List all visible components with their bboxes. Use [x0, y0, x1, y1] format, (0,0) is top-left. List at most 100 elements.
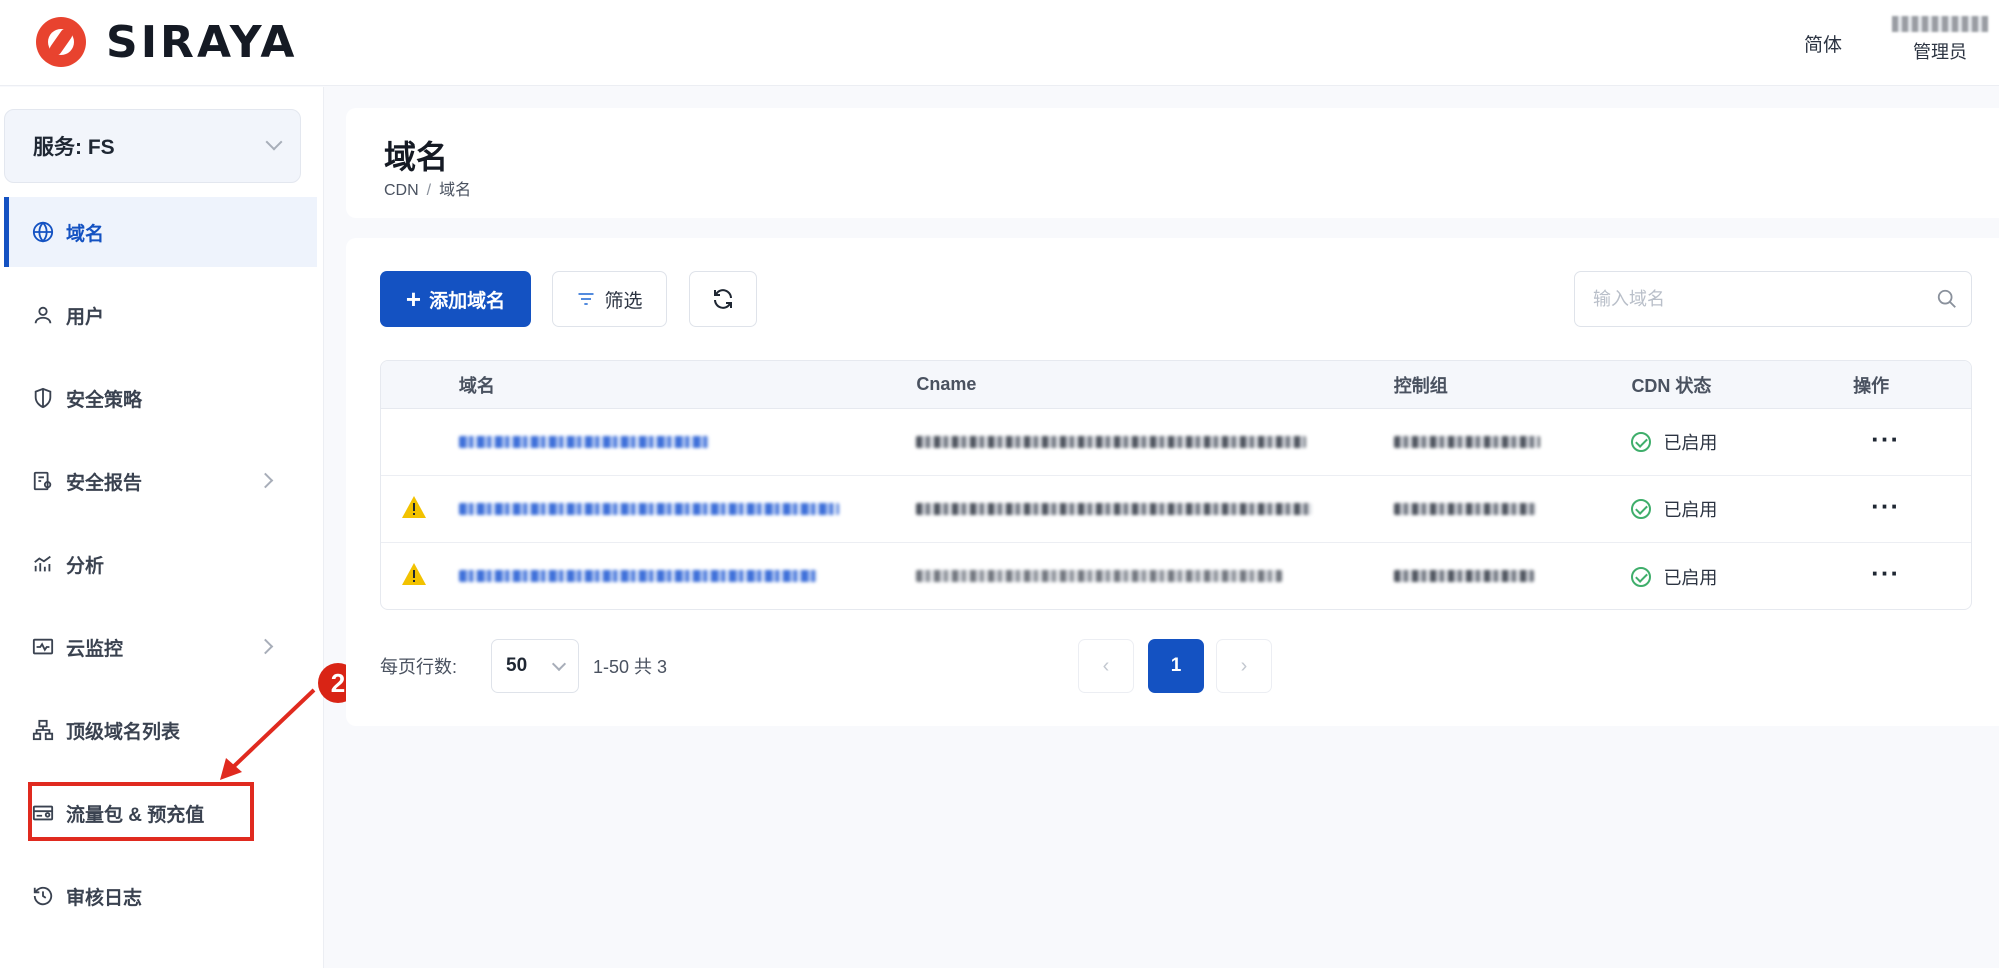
breadcrumb-item-cdn[interactable]: CDN [384, 182, 419, 199]
header-domain[interactable]: 域名 [459, 372, 916, 398]
redacted-group [1393, 570, 1534, 582]
sidebar-item-users[interactable]: 用户 [4, 280, 317, 350]
service-label: 服务: FS [33, 136, 115, 159]
breadcrumb: CDN / 域名 [384, 176, 471, 200]
user-name-redacted [1892, 16, 1988, 32]
table-row[interactable]: 已启用 ··· [381, 409, 1971, 476]
sidebar-item-cloud-monitor[interactable]: 云监控 [4, 612, 317, 682]
row-actions[interactable]: ··· [1853, 426, 1971, 453]
breadcrumb-separator: / [426, 182, 432, 199]
siraya-logo[interactable]: SIRAYA [36, 16, 298, 68]
redacted-group [1393, 435, 1540, 448]
report-icon [33, 471, 52, 491]
filter-icon [578, 293, 594, 305]
warning-icon[interactable] [401, 562, 427, 586]
logo-mark-icon [36, 17, 86, 67]
sidebar-item-label: 云监控 [66, 638, 124, 660]
table-row[interactable]: 已启用 ··· [381, 543, 1971, 609]
rows-per-page-label: 每页行数: [380, 657, 458, 677]
chevron-right-icon: › [1240, 654, 1248, 677]
logo-text: SIRAYA [106, 16, 298, 68]
more-actions-icon[interactable]: ··· [1853, 491, 1900, 521]
header-actions: 操作 [1853, 375, 1890, 396]
add-domain-button[interactable]: + 添加域名 [380, 271, 531, 327]
add-domain-label: 添加域名 [429, 290, 506, 312]
cname-cell [916, 432, 1393, 453]
top-header: SIRAYA 简体 管理员 [0, 0, 1999, 86]
page-header: 域名 CDN / 域名 [346, 108, 1999, 218]
annotation-highlight-box [28, 782, 254, 841]
shield-icon [34, 387, 52, 409]
row-warning-cell [381, 495, 459, 524]
domain-link[interactable] [458, 566, 916, 587]
sidebar-item-label: 顶级域名列表 [66, 721, 181, 743]
language-switch[interactable]: 简体 [1804, 30, 1842, 57]
sidebar-item-audit-log[interactable]: 审核日志 [4, 861, 317, 931]
sidebar-item-security-report[interactable]: 安全报告 [4, 446, 317, 516]
chevron-right-icon [257, 638, 274, 655]
sidebar-item-domains[interactable]: 域名 [4, 197, 317, 267]
domain-search-input[interactable] [1574, 271, 1972, 327]
user-role: 管理员 [1913, 42, 1967, 62]
search-icon[interactable] [1936, 288, 1958, 310]
chevron-down-icon [551, 656, 567, 672]
warning-icon[interactable] [401, 495, 427, 519]
domain-link[interactable] [458, 432, 916, 453]
redacted-cname [916, 435, 1307, 448]
redacted-group [1393, 502, 1536, 515]
sidebar-item-analytics[interactable]: 分析 [4, 529, 317, 599]
header-cname[interactable]: Cname [916, 374, 1393, 395]
annotation-arrow-icon [220, 688, 316, 780]
user-menu[interactable]: 管理员 [1890, 16, 1990, 64]
refresh-icon [714, 289, 732, 309]
rows-per-page-select[interactable]: 50 [491, 639, 579, 693]
status-label: 已启用 [1663, 433, 1718, 453]
redacted-domain [458, 570, 817, 582]
header-cdn-status[interactable]: CDN 状态 [1631, 372, 1853, 398]
row-actions[interactable]: ··· [1853, 493, 1971, 520]
domain-table: 域名 Cname 控制组 CDN 状态 操作 已启用 ··· 已启用 ··· 已… [380, 360, 1972, 610]
pagination-range: 1-50 共 3 [593, 657, 668, 677]
sidebar-item-label: 安全报告 [66, 472, 143, 494]
globe-icon [32, 221, 54, 243]
status-badge: 已启用 [1631, 496, 1853, 522]
breadcrumb-item-domain: 域名 [439, 182, 472, 199]
cname-cell [916, 499, 1393, 520]
header-control-group[interactable]: 控制组 [1394, 372, 1632, 398]
service-selector[interactable]: 服务: FS [4, 109, 301, 183]
redacted-domain [458, 435, 709, 448]
filter-button[interactable]: 筛选 [552, 271, 667, 327]
sitemap-icon [32, 719, 54, 741]
sidebar-item-label: 分析 [66, 555, 105, 577]
analytics-icon [34, 555, 51, 572]
page-button-current[interactable]: 1 [1148, 639, 1204, 693]
check-circle-icon [1631, 499, 1652, 519]
cname-cell [916, 566, 1393, 587]
plus-icon: + [405, 283, 422, 314]
redacted-cname [916, 502, 1313, 515]
monitor-icon [32, 638, 54, 655]
more-actions-icon[interactable]: ··· [1853, 558, 1900, 588]
check-circle-icon [1631, 566, 1652, 587]
status-label: 已启用 [1663, 567, 1718, 588]
chevron-right-icon [257, 472, 274, 489]
row-warning-cell [381, 562, 459, 591]
prev-page-button[interactable]: ‹ [1078, 639, 1134, 693]
redacted-cname [916, 570, 1283, 582]
table-row[interactable]: 已启用 ··· [381, 476, 1971, 543]
status-badge: 已启用 [1631, 564, 1853, 590]
chevron-left-icon: ‹ [1102, 654, 1110, 677]
sidebar-item-label: 域名 [66, 223, 105, 245]
table-header: 域名 Cname 控制组 CDN 状态 操作 [381, 361, 1971, 409]
sidebar-item-label: 用户 [66, 306, 105, 328]
sidebar-item-security-policy[interactable]: 安全策略 [4, 363, 317, 433]
more-actions-icon[interactable]: ··· [1853, 424, 1900, 454]
next-page-button[interactable]: › [1216, 639, 1272, 693]
row-actions[interactable]: ··· [1853, 560, 1971, 587]
control-group-cell [1393, 432, 1632, 453]
refresh-button[interactable] [689, 271, 757, 327]
filter-label: 筛选 [604, 290, 643, 312]
domain-link[interactable] [458, 499, 916, 520]
history-icon [33, 886, 53, 906]
domain-table-card: + 添加域名 筛选 域名 Cname 控制组 CDN 状态 操作 已启用 ··· [346, 238, 1999, 726]
